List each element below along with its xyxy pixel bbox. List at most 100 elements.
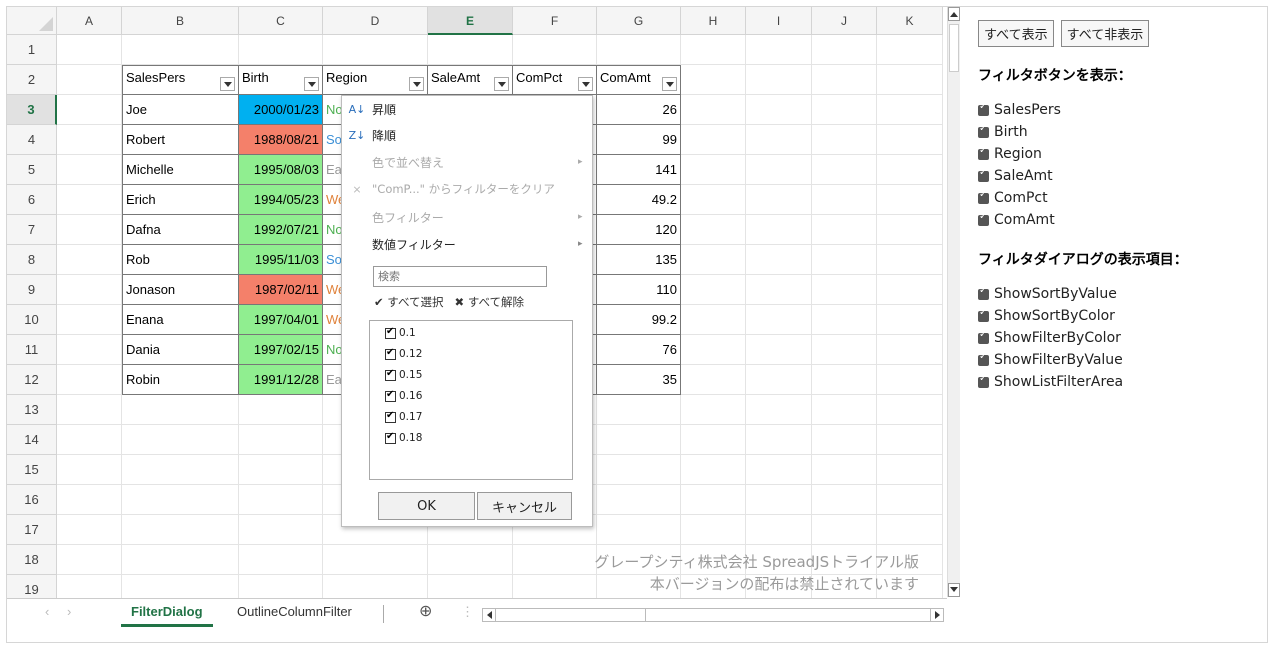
filter-header-salespers[interactable]: SalesPers [122,65,239,95]
cell-birth[interactable]: 1995/11/03 [239,245,323,275]
filter-value-item[interactable]: 0.1 [385,324,416,342]
filter-button-option-saleamt[interactable]: SaleAmt [978,165,1263,187]
cell-birth[interactable]: 1987/02/11 [239,275,323,305]
cell[interactable] [681,305,746,335]
cell[interactable] [877,65,943,95]
scroll-down-button[interactable] [948,583,960,597]
cell[interactable] [681,455,746,485]
cell-salespers[interactable]: Erich [122,185,239,215]
cell[interactable] [746,125,812,155]
cell-salespers[interactable]: Jonason [122,275,239,305]
cell[interactable] [597,35,681,65]
cell[interactable] [239,545,323,575]
filter-value-item[interactable]: 0.18 [385,429,422,447]
tab-filterdialog[interactable]: FilterDialog [121,599,213,627]
row-header-12[interactable]: 12 [7,365,57,395]
dialog-item-option-showfilterbyvalue[interactable]: ShowFilterByValue [978,349,1263,371]
cell[interactable] [812,335,877,365]
tab-outlinecolumnfilter[interactable]: OutlineColumnFilter [227,599,362,627]
cell[interactable] [57,455,122,485]
cell[interactable] [877,455,943,485]
cell[interactable] [57,485,122,515]
menu-sort-by-color[interactable]: 色で並べ替え ▸ [342,149,592,175]
menu-sort-descending[interactable]: Z↓ 降順 [342,122,592,148]
cell-salespers[interactable]: Robert [122,125,239,155]
cell-birth[interactable]: 2000/01/23 [239,95,323,125]
dialog-item-option-showsortbyvalue[interactable]: ShowSortByValue [978,283,1263,305]
cell-comamt[interactable]: 141 [597,155,681,185]
row-header-4[interactable]: 4 [7,125,57,155]
cell-salespers[interactable]: Enana [122,305,239,335]
cell[interactable] [746,425,812,455]
cell[interactable] [681,185,746,215]
filter-value-item[interactable]: 0.12 [385,345,422,363]
cancel-button[interactable]: キャンセル [477,492,572,520]
cell[interactable] [122,455,239,485]
cell[interactable] [746,155,812,185]
menu-clear-filter[interactable]: ⨯ "ComP..." からフィルターをクリア [342,176,592,202]
checkbox[interactable] [385,389,396,402]
filter-dropdown-button[interactable] [662,77,677,91]
filter-value-list[interactable]: 0.1 0.12 0.15 0.16 0.17 0.18 [369,320,573,480]
checkbox[interactable] [978,189,989,204]
row-header-6[interactable]: 6 [7,185,57,215]
cell-comamt[interactable]: 99.2 [597,305,681,335]
cell[interactable] [57,305,122,335]
cell[interactable] [877,395,943,425]
checkbox[interactable] [385,368,396,381]
filter-button-option-region[interactable]: Region [978,143,1263,165]
cell[interactable] [57,245,122,275]
cell[interactable] [239,515,323,545]
row-header-8[interactable]: 8 [7,245,57,275]
cell[interactable] [681,335,746,365]
cell-comamt[interactable]: 49.2 [597,185,681,215]
cell[interactable] [746,275,812,305]
cell-birth[interactable]: 1988/08/21 [239,125,323,155]
cell-comamt[interactable]: 110 [597,275,681,305]
cell[interactable] [239,35,323,65]
cell[interactable] [681,275,746,305]
cell[interactable] [746,365,812,395]
select-all-corner[interactable] [7,7,57,35]
cell-salespers[interactable]: Joe [122,95,239,125]
cell-salespers[interactable]: Michelle [122,155,239,185]
filter-button-option-compct[interactable]: ComPct [978,187,1263,209]
column-header-f[interactable]: F [513,7,597,35]
cell-salespers[interactable]: Dania [122,335,239,365]
cell[interactable] [812,215,877,245]
cell[interactable] [57,425,122,455]
cell[interactable] [877,305,943,335]
cell[interactable] [597,395,681,425]
filter-button-option-salespers[interactable]: SalesPers [978,99,1263,121]
row-header-2[interactable]: 2 [7,65,57,95]
cell[interactable] [57,545,122,575]
filter-header-birth[interactable]: Birth [239,65,323,95]
cell[interactable] [57,35,122,65]
cell[interactable] [746,335,812,365]
column-header-i[interactable]: I [746,7,812,35]
cell-comamt[interactable]: 76 [597,335,681,365]
hide-all-button[interactable]: すべて非表示 [1060,20,1150,47]
row-header-14[interactable]: 14 [7,425,57,455]
cell[interactable] [812,65,877,95]
cell[interactable] [57,275,122,305]
dialog-item-option-showsortbycolor[interactable]: ShowSortByColor [978,305,1263,327]
show-all-button[interactable]: すべて表示 [978,20,1054,47]
cell-birth[interactable]: 1997/04/01 [239,305,323,335]
cell[interactable] [812,245,877,275]
dialog-item-option-showlistfilterarea[interactable]: ShowListFilterArea [978,371,1263,393]
cell[interactable] [877,185,943,215]
cell[interactable] [122,515,239,545]
cell[interactable] [57,155,122,185]
add-sheet-icon[interactable]: ⊕ [409,599,442,627]
cell[interactable] [877,515,943,545]
cell[interactable] [122,485,239,515]
cell[interactable] [877,35,943,65]
cell[interactable] [57,65,122,95]
cell[interactable] [681,365,746,395]
cell-birth[interactable]: 1992/07/21 [239,215,323,245]
cell[interactable] [122,425,239,455]
cell[interactable] [812,425,877,455]
checkbox[interactable] [978,285,989,300]
cell-comamt[interactable]: 35 [597,365,681,395]
